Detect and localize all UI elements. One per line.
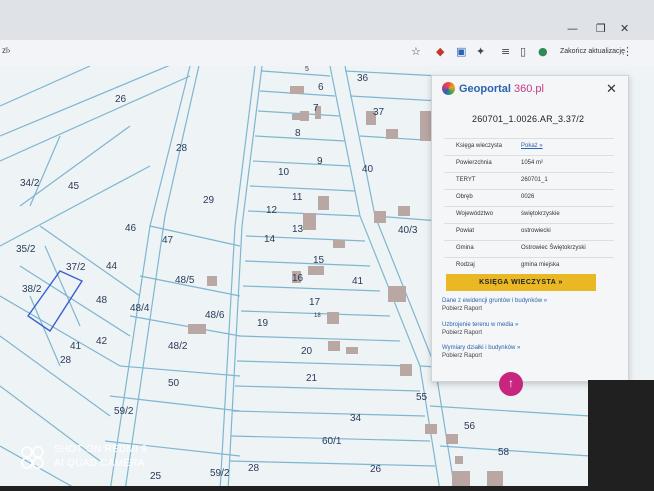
plot-number[interactable]: 59/2: [114, 406, 133, 417]
plot-number[interactable]: 35/2: [16, 244, 35, 255]
plot-number[interactable]: 26: [115, 94, 126, 105]
update-button[interactable]: Zakończ aktualizację: [560, 48, 625, 55]
plot-number[interactable]: 44: [106, 261, 117, 272]
menu-icon[interactable]: ⋮: [622, 45, 633, 58]
plot-number[interactable]: 20: [301, 346, 312, 357]
attr-row: TERYT 260701_1: [444, 172, 614, 190]
extension-icon[interactable]: ◆: [436, 45, 444, 58]
ksiega-wieczysta-button[interactable]: KSIĘGA WIECZYSTA »: [446, 274, 596, 291]
plot-number[interactable]: 34: [350, 413, 361, 424]
plot-number[interactable]: 19: [257, 318, 268, 329]
plot-number[interactable]: 58: [498, 447, 509, 458]
ewidencja-link[interactable]: Dane z ewidencji gruntów i budynków »: [442, 298, 547, 304]
plot-number[interactable]: 37: [373, 107, 384, 118]
list-icon[interactable]: ≡: [501, 45, 510, 58]
plot-number[interactable]: 40/3: [398, 225, 417, 236]
plot-number[interactable]: 56: [464, 421, 475, 432]
plot-number[interactable]: 45: [68, 181, 79, 192]
wymiary-link[interactable]: Wymiary działki i budynków »: [442, 345, 520, 351]
link-block: Dane z ewidencji gruntów i budynków » Po…: [442, 298, 547, 312]
plot-number[interactable]: 41: [70, 341, 81, 352]
plot-number[interactable]: 8: [295, 128, 301, 139]
plot-number[interactable]: 48/6: [205, 310, 224, 321]
monitor-bezel: [588, 380, 654, 491]
plot-number[interactable]: 48/5: [175, 275, 194, 286]
plot-number[interactable]: 5: [305, 66, 309, 73]
download-report-link[interactable]: Pobierz Raport: [442, 330, 518, 336]
extension-icon[interactable]: ▣: [456, 45, 466, 58]
plot-number[interactable]: 25: [150, 471, 161, 482]
attr-row: Obręb 0026: [444, 189, 614, 207]
attr-row: Księga wieczysta Pokaż »: [444, 138, 614, 156]
plot-number[interactable]: 48/4: [130, 303, 149, 314]
plot-number[interactable]: 46: [125, 223, 136, 234]
plot-number[interactable]: 41: [352, 276, 363, 287]
plot-number[interactable]: 55: [416, 392, 427, 403]
watermark-line2: AI QUAD CAMERA: [54, 458, 145, 469]
plot-number[interactable]: 36: [357, 73, 368, 84]
plot-number[interactable]: 28: [176, 143, 187, 154]
show-ksiega-link[interactable]: Pokaż »: [521, 143, 543, 149]
plot-number[interactable]: 12: [266, 205, 277, 216]
plot-number[interactable]: 42: [96, 336, 107, 347]
screen: — ❐ ✕ zl› ☆ ◆ ▣ ✦ ≡ ▯ ● Zakończ aktualiz…: [0, 0, 654, 491]
watermark-line1: SHOT ON REDMI 9: [54, 444, 148, 455]
plot-number[interactable]: 48/2: [168, 341, 187, 352]
download-report-link[interactable]: Pobierz Raport: [442, 306, 547, 312]
plot-number[interactable]: 9: [317, 156, 323, 167]
download-report-link[interactable]: Pobierz Raport: [442, 353, 520, 359]
plot-number[interactable]: 26: [370, 464, 381, 475]
address-bar-fragment[interactable]: zl›: [2, 46, 10, 55]
camera-icon: [21, 446, 44, 469]
close-icon[interactable]: ✕: [606, 81, 617, 97]
plot-number[interactable]: 59/2: [210, 468, 229, 479]
plot-number[interactable]: 38/2: [22, 284, 41, 295]
sidebar-icon[interactable]: ▯: [520, 45, 526, 58]
plot-number[interactable]: 34/2: [20, 178, 39, 189]
brand-logo: Geoportal 360.pl: [459, 83, 544, 95]
plot-number[interactable]: 47: [162, 235, 173, 246]
uzbrojenie-link[interactable]: Uzbrojenie terenu w media »: [442, 322, 518, 328]
puzzle-icon[interactable]: ✦: [476, 45, 485, 58]
plot-number[interactable]: 11: [292, 192, 302, 203]
plot-number[interactable]: 21: [306, 373, 317, 384]
attr-row: Województwo świętokrzyskie: [444, 206, 614, 224]
browser-toolbar: zl›: [0, 40, 654, 67]
plot-number[interactable]: 10: [278, 167, 289, 178]
plot-number[interactable]: 28: [60, 355, 71, 366]
parcel-info-panel: Geoportal 360.pl ✕ 260701_1.0026.AR_3.37…: [431, 75, 629, 382]
plot-number[interactable]: 6: [318, 82, 324, 93]
plot-number[interactable]: 60/1: [322, 436, 341, 447]
link-block: Wymiary działki i budynków » Pobierz Rap…: [442, 345, 520, 359]
arrow-up-icon: ↑: [508, 376, 514, 390]
attr-row: Powierzchnia 1054 m²: [444, 155, 614, 173]
link-block: Uzbrojenie terenu w media » Pobierz Rapo…: [442, 322, 518, 336]
geoportal-logo-icon: [442, 82, 455, 95]
plot-number[interactable]: 48: [96, 295, 107, 306]
scroll-up-button[interactable]: ↑: [499, 372, 523, 396]
attr-row: Rodzaj gmina miejska: [444, 257, 614, 275]
plot-number[interactable]: 16: [292, 273, 303, 284]
plot-number[interactable]: 13: [292, 224, 303, 235]
plot-number[interactable]: 15: [313, 255, 324, 266]
plot-number[interactable]: 18: [314, 313, 321, 319]
star-icon[interactable]: ☆: [411, 45, 421, 58]
attr-row: Powiat ostrowiecki: [444, 223, 614, 241]
parcel-id: 260701_1.0026.AR_3.37/2: [472, 114, 585, 124]
plot-number[interactable]: 17: [309, 297, 320, 308]
plot-number[interactable]: 40: [362, 164, 373, 175]
restore-icon[interactable]: ❐: [596, 22, 606, 35]
plot-number[interactable]: 29: [203, 195, 214, 206]
window-titlebar: — ❐ ✕: [0, 0, 654, 40]
profile-icon[interactable]: ●: [538, 45, 548, 58]
plot-number[interactable]: 7: [313, 103, 319, 114]
plot-number[interactable]: 28: [248, 463, 259, 474]
plot-number[interactable]: 37/2: [66, 262, 85, 273]
minimize-icon[interactable]: —: [567, 22, 578, 35]
monitor-bezel: [0, 486, 654, 491]
plot-number[interactable]: 14: [264, 234, 275, 245]
attr-row: Gmina Ostrowiec Świętokrzyski: [444, 240, 614, 258]
plot-number[interactable]: 50: [168, 378, 179, 389]
close-window-icon[interactable]: ✕: [620, 22, 629, 35]
